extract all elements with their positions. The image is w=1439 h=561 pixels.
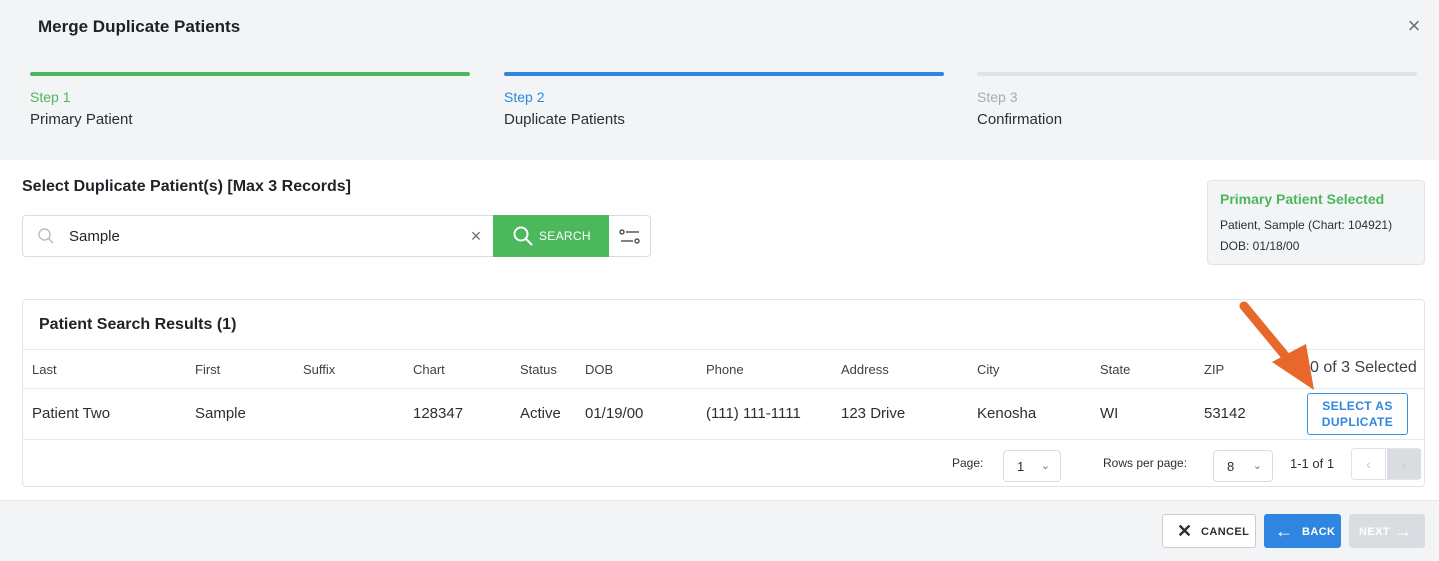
page-label: Page:: [952, 456, 984, 470]
select-as-duplicate-label-line2: DUPLICATE: [1321, 415, 1394, 429]
step-3-progress-bar: [977, 72, 1417, 76]
primary-patient-name: Patient, Sample (Chart: 104921): [1220, 218, 1393, 232]
column-header-status: Status: [520, 362, 557, 377]
back-button-label: BACK: [1302, 526, 1336, 538]
cell-chart: 128347: [413, 405, 464, 422]
back-button[interactable]: ← BACK: [1264, 514, 1341, 548]
cancel-button-label: CANCEL: [1201, 526, 1250, 538]
pagination-range: 1-1 of 1: [1290, 456, 1335, 471]
step-1-number: Step 1: [30, 89, 71, 105]
cell-first: Sample: [195, 405, 246, 422]
step-3-label: Confirmation: [977, 111, 1063, 128]
arrow-right-icon: →: [1394, 521, 1413, 541]
close-icon[interactable]: ×: [1404, 15, 1424, 37]
column-header-city: City: [977, 362, 1000, 377]
step-1-progress-bar: [30, 72, 470, 76]
column-header-state: State: [1100, 362, 1131, 377]
search-button-label: SEARCH: [539, 229, 591, 243]
column-header-chart: Chart: [413, 362, 445, 377]
cell-dob: 01/19/00: [585, 405, 644, 422]
column-header-zip: ZIP: [1204, 362, 1225, 377]
search-button-icon: [513, 226, 533, 246]
previous-page-button[interactable]: ‹: [1352, 449, 1386, 479]
cancel-button[interactable]: ✕ CANCEL: [1162, 514, 1256, 548]
primary-patient-heading: Primary Patient Selected: [1220, 191, 1385, 207]
search-input[interactable]: [69, 224, 459, 248]
close-icon: ✕: [1177, 521, 1193, 541]
chevron-down-icon: ⌄: [1040, 460, 1050, 472]
step-1-label: Primary Patient: [30, 111, 133, 128]
filter-button[interactable]: [609, 215, 651, 257]
column-header-phone: Phone: [706, 362, 744, 377]
dialog-title: Merge Duplicate Patients: [38, 17, 241, 36]
column-header-last: Last: [32, 362, 57, 377]
page-select-value: 1: [1017, 459, 1025, 474]
select-duplicate-title: Select Duplicate Patient(s) [Max 3 Recor…: [22, 178, 351, 195]
chevron-down-icon: ⌄: [1252, 460, 1262, 472]
primary-patient-card: Primary Patient Selected Patient, Sample…: [1207, 180, 1425, 265]
cell-address: 123 Drive: [841, 405, 906, 422]
cell-status: Active: [520, 405, 561, 422]
step-3-number: Step 3: [977, 89, 1018, 105]
search-field[interactable]: ×: [22, 215, 494, 257]
step-1: Step 1 Primary Patient: [30, 72, 470, 128]
rows-per-page-select[interactable]: 8 ⌄: [1213, 450, 1273, 482]
next-button-label: NEXT: [1359, 526, 1390, 538]
dialog-header: Merge Duplicate Patients × Step 1 Primar…: [0, 0, 1439, 160]
cell-last: Patient Two: [32, 405, 111, 422]
search-icon: [38, 228, 54, 244]
primary-patient-dob: DOB: 01/18/00: [1220, 239, 1300, 253]
filter-icon: [619, 229, 640, 244]
arrow-left-icon: ←: [1275, 521, 1294, 541]
dialog-content: Select Duplicate Patient(s) [Max 3 Recor…: [0, 160, 1439, 500]
table-row: Patient Two Sample 128347 Active 01/19/0…: [23, 389, 1424, 440]
dialog-footer: ✕ CANCEL ← BACK NEXT →: [0, 500, 1439, 561]
search-button[interactable]: SEARCH: [493, 215, 609, 257]
rows-per-page-label: Rows per page:: [1103, 456, 1188, 470]
clear-icon[interactable]: ×: [467, 226, 485, 246]
step-2-number: Step 2: [504, 89, 545, 105]
step-2: Step 2 Duplicate Patients: [504, 72, 944, 128]
column-header-dob: DOB: [585, 362, 614, 377]
next-button[interactable]: NEXT →: [1349, 514, 1425, 548]
step-2-progress-bar: [504, 72, 944, 76]
column-header-address: Address: [841, 362, 889, 377]
rows-per-page-value: 8: [1227, 459, 1235, 474]
table-header: Last First Suffix Chart Status DOB Phone…: [23, 349, 1424, 389]
column-header-first: First: [195, 362, 221, 377]
cell-phone: (111) 111-1111: [706, 405, 801, 422]
selected-count: 0 of 3 Selected: [1310, 359, 1417, 376]
select-as-duplicate-label-line1: SELECT AS: [1322, 399, 1393, 413]
cell-state: WI: [1100, 405, 1119, 422]
cell-city: Kenosha: [977, 405, 1037, 422]
pagination-nav: ‹ ›: [1351, 448, 1421, 480]
table-pagination: Page: 1 ⌄ Rows per page: 8 ⌄ 1-1 of 1 ‹ …: [23, 440, 1424, 486]
results-title: Patient Search Results (1): [39, 316, 237, 333]
patient-search-results: Patient Search Results (1) Last First Su…: [22, 299, 1425, 487]
step-2-label: Duplicate Patients: [504, 111, 625, 128]
select-as-duplicate-button[interactable]: SELECT AS DUPLICATE: [1307, 393, 1408, 435]
next-page-button[interactable]: ›: [1387, 449, 1421, 479]
page-select[interactable]: 1 ⌄: [1003, 450, 1061, 482]
step-3: Step 3 Confirmation: [977, 72, 1417, 128]
cell-zip: 53142: [1204, 405, 1246, 422]
column-header-suffix: Suffix: [303, 362, 336, 377]
